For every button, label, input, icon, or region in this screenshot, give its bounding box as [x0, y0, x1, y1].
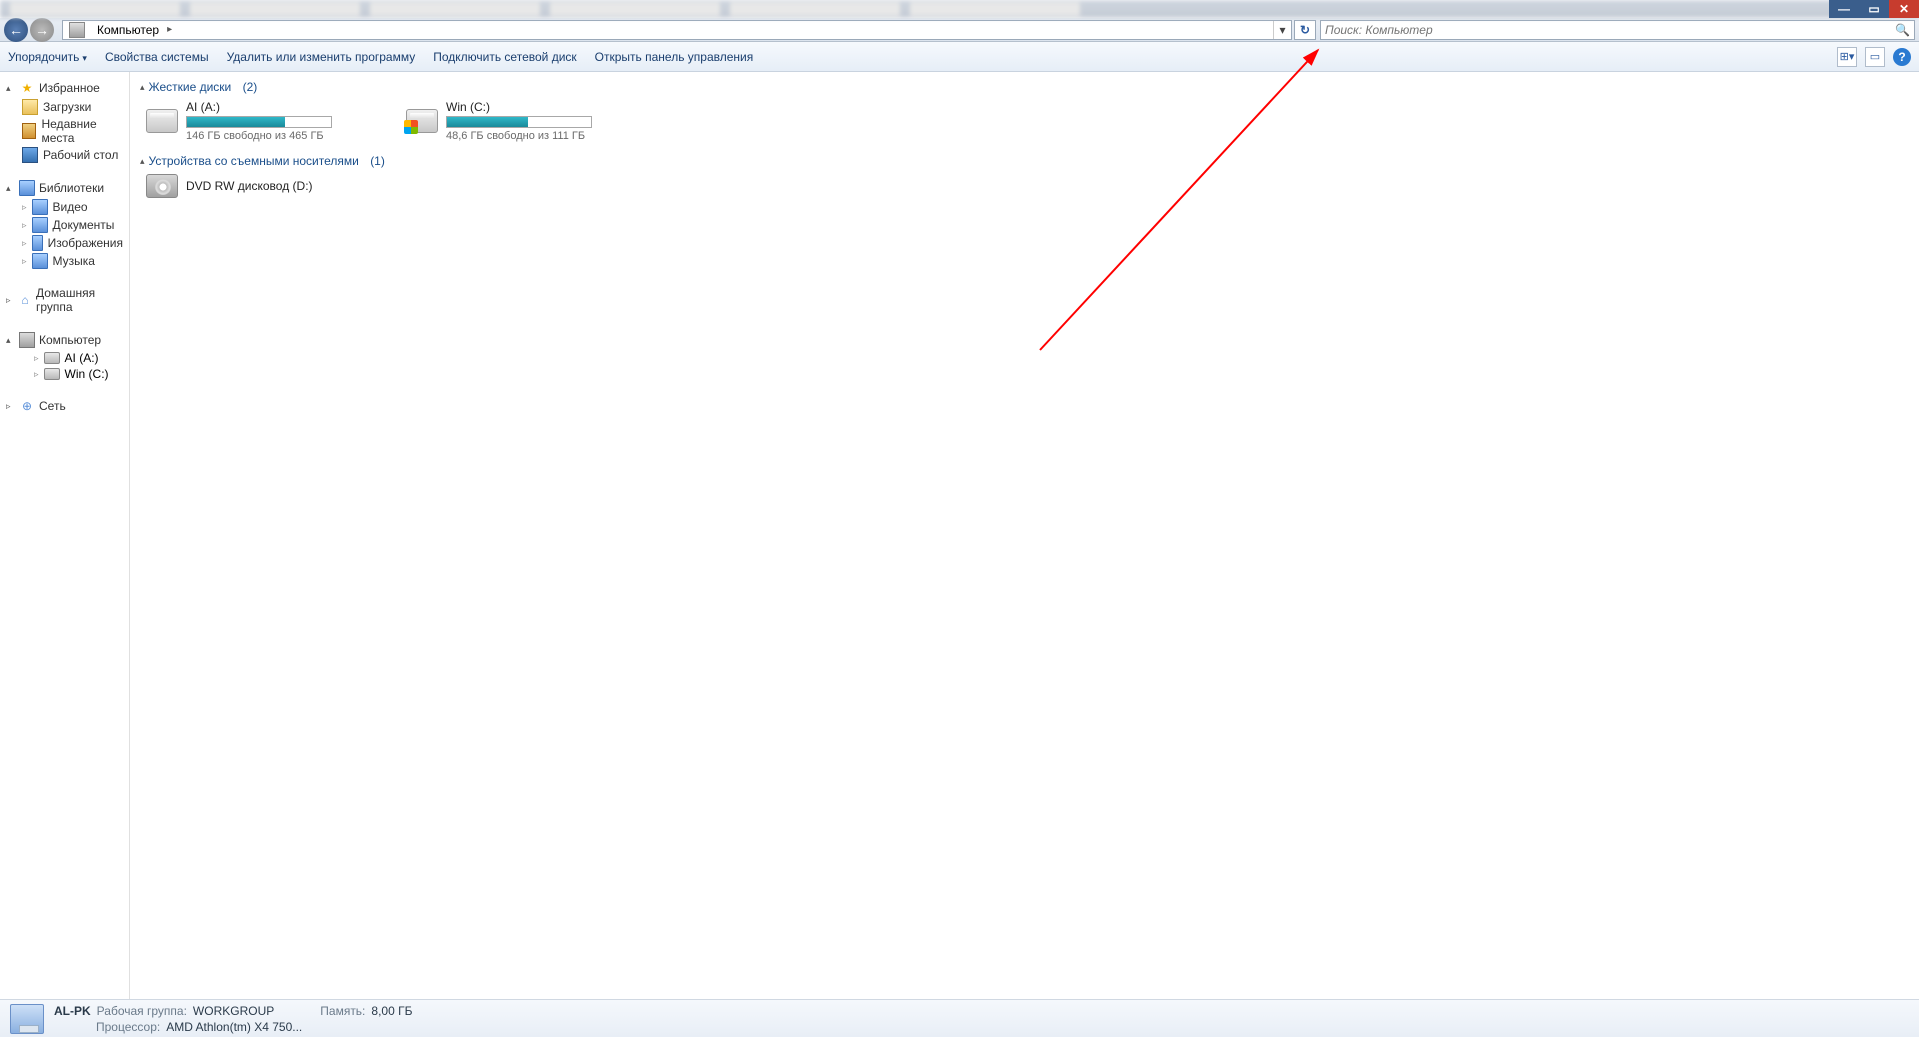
maximize-button[interactable]: ▭: [1859, 0, 1889, 18]
space-bar: [446, 116, 592, 128]
recent-icon: [22, 123, 36, 139]
organize-menu[interactable]: Упорядочить: [8, 50, 87, 64]
toolbar: Упорядочить Свойства системы Удалить или…: [0, 42, 1919, 72]
view-options-button[interactable]: ⊞▾: [1837, 47, 1857, 67]
dvd-drive-icon: [146, 174, 178, 198]
sidebar-item-downloads[interactable]: Загрузки: [0, 98, 129, 116]
browser-tab-strip: [0, 0, 1919, 18]
preview-pane-button[interactable]: ▭: [1865, 47, 1885, 67]
help-button[interactable]: ?: [1893, 48, 1911, 66]
sidebar-item-pictures[interactable]: ▹Изображения: [0, 234, 129, 252]
details-pane: AL-PK Рабочая группа: WORKGROUP Память: …: [0, 999, 1919, 1037]
search-box[interactable]: 🔍: [1320, 20, 1915, 40]
network-icon: ⊕: [19, 398, 35, 414]
hard-drive-icon: [146, 109, 178, 133]
back-button[interactable]: ←: [4, 18, 28, 42]
sidebar-item-drive-c[interactable]: ▹Win (C:): [0, 366, 129, 382]
star-icon: ★: [19, 80, 35, 96]
dvd-drive-item[interactable]: DVD RW дисковод (D:): [146, 174, 376, 198]
downloads-icon: [22, 99, 38, 115]
space-bar: [186, 116, 332, 128]
breadcrumb-label: Компьютер: [97, 23, 159, 37]
music-icon: [32, 253, 48, 269]
sidebar-item-drive-a[interactable]: ▹AI (A:): [0, 350, 129, 366]
homegroup-heading[interactable]: ▹⌂Домашняя группа: [0, 284, 129, 316]
hard-drive-icon: [406, 109, 438, 133]
favorites-heading[interactable]: ▴★Избранное: [0, 78, 129, 98]
computer-icon: [19, 332, 35, 348]
hard-drives-section[interactable]: ▴Жесткие диски (2): [140, 78, 1909, 96]
sidebar-item-recent[interactable]: Недавние места: [0, 116, 129, 146]
minimize-button[interactable]: —: [1829, 0, 1859, 18]
drive-icon: [44, 352, 60, 364]
content-pane: ▴Жесткие диски (2) AI (A:) 146 ГБ свобод…: [130, 72, 1919, 999]
network-heading[interactable]: ▹⊕Сеть: [0, 396, 129, 416]
uninstall-program-button[interactable]: Удалить или изменить программу: [227, 50, 416, 64]
desktop-icon: [22, 147, 38, 163]
breadcrumb-segment[interactable]: Компьютер: [91, 21, 178, 39]
sidebar-item-videos[interactable]: ▹Видео: [0, 198, 129, 216]
refresh-button[interactable]: ↻: [1294, 20, 1316, 40]
drive-name: DVD RW дисковод (D:): [186, 179, 376, 193]
computer-name: AL-PK: [54, 1004, 91, 1018]
address-bar-row: ← → Компьютер ▾ ↻ 🔍: [0, 18, 1919, 42]
open-control-panel-button[interactable]: Открыть панель управления: [595, 50, 754, 64]
libraries-icon: [19, 180, 35, 196]
drive-icon: [44, 368, 60, 380]
drive-item-c[interactable]: Win (C:) 48,6 ГБ свободно из 111 ГБ: [406, 100, 636, 142]
removable-section[interactable]: ▴Устройства со съемными носителями (1): [140, 152, 1909, 170]
forward-button[interactable]: →: [30, 18, 54, 42]
system-properties-button[interactable]: Свойства системы: [105, 50, 209, 64]
drive-item-a[interactable]: AI (A:) 146 ГБ свободно из 465 ГБ: [146, 100, 376, 142]
map-network-drive-button[interactable]: Подключить сетевой диск: [433, 50, 576, 64]
close-button[interactable]: ✕: [1889, 0, 1919, 18]
drive-stats: 48,6 ГБ свободно из 111 ГБ: [446, 130, 636, 142]
computer-large-icon: [10, 1004, 44, 1034]
sidebar-item-documents[interactable]: ▹Документы: [0, 216, 129, 234]
video-icon: [32, 199, 48, 215]
search-input[interactable]: [1325, 23, 1895, 37]
pictures-icon: [32, 235, 43, 251]
sidebar-item-music[interactable]: ▹Музыка: [0, 252, 129, 270]
drive-name: AI (A:): [186, 100, 376, 114]
navigation-pane: ▴★Избранное Загрузки Недавние места Рабо…: [0, 72, 130, 999]
computer-heading[interactable]: ▴Компьютер: [0, 330, 129, 350]
homegroup-icon: ⌂: [18, 292, 32, 308]
breadcrumb-dropdown[interactable]: ▾: [1273, 21, 1291, 39]
drive-name: Win (C:): [446, 100, 636, 114]
drive-stats: 146 ГБ свободно из 465 ГБ: [186, 130, 376, 142]
sidebar-item-desktop[interactable]: Рабочий стол: [0, 146, 129, 164]
breadcrumb[interactable]: Компьютер ▾: [62, 20, 1292, 40]
documents-icon: [32, 217, 48, 233]
search-icon[interactable]: 🔍: [1895, 23, 1910, 37]
libraries-heading[interactable]: ▴Библиотеки: [0, 178, 129, 198]
window-controls: — ▭ ✕: [1829, 0, 1919, 18]
computer-icon: [69, 22, 85, 38]
